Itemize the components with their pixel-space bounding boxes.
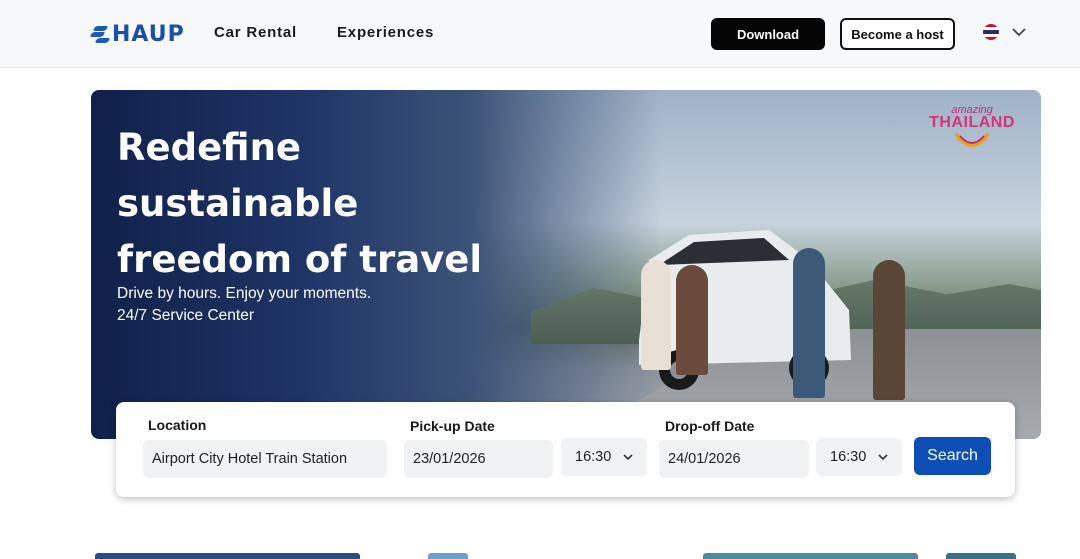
content-card-preview[interactable] xyxy=(946,553,1016,559)
become-host-button[interactable]: Become a host xyxy=(840,18,955,50)
dropoff-date-label: Drop-off Date xyxy=(665,418,755,434)
chevron-down-icon xyxy=(878,453,888,460)
hero-title-line: Redefine xyxy=(117,126,302,169)
hero-title: Redefine sustainable freedom of travel xyxy=(117,120,497,288)
haup-logo-icon xyxy=(89,23,111,45)
chevron-down-icon xyxy=(623,453,633,460)
search-button[interactable]: Search xyxy=(914,437,991,475)
nav-link-experiences[interactable]: Experiences xyxy=(337,24,434,41)
traveler-figure xyxy=(793,248,825,398)
dropoff-date-field[interactable]: 24/01/2026 xyxy=(659,440,809,478)
dropoff-time-value: 16:30 xyxy=(830,449,867,465)
top-navbar: HAUP Car Rental Experiences Download Bec… xyxy=(0,0,1080,68)
dropoff-time-select[interactable]: 16:30 xyxy=(816,438,902,476)
pickup-time-value: 16:30 xyxy=(575,449,612,465)
content-card-preview[interactable] xyxy=(703,553,918,559)
booking-search-form: Location Airport City Hotel Train Statio… xyxy=(116,402,1015,497)
location-label: Location xyxy=(148,417,207,433)
hero-title-line: freedom of travel xyxy=(117,238,483,281)
content-card-preview[interactable] xyxy=(95,553,360,559)
pickup-time-select[interactable]: 16:30 xyxy=(561,438,647,476)
pickup-date-field[interactable]: 23/01/2026 xyxy=(404,440,553,478)
nav-link-car-rental[interactable]: Car Rental xyxy=(214,24,297,41)
hero-banner: Redefine sustainable freedom of travel D… xyxy=(91,90,1041,439)
hero-title-line: sustainable xyxy=(117,182,359,225)
logo-text-big: THAILAND xyxy=(929,114,1015,131)
hero-service-text: 24/7 Service Center xyxy=(117,307,254,324)
logo-swoosh-icon xyxy=(954,132,990,147)
traveler-figure xyxy=(873,260,905,400)
amazing-thailand-logo: amazing THAILAND xyxy=(927,104,1017,164)
brand-name: HAUP xyxy=(112,21,185,47)
content-card-preview[interactable] xyxy=(428,553,468,559)
pickup-date-label: Pick-up Date xyxy=(410,418,495,434)
haup-logo[interactable]: HAUP xyxy=(89,20,185,48)
traveler-figure xyxy=(641,260,671,370)
location-field[interactable]: Airport City Hotel Train Station xyxy=(143,440,387,478)
thailand-flag-icon[interactable] xyxy=(983,24,999,40)
download-button[interactable]: Download xyxy=(711,18,825,50)
chevron-down-icon[interactable] xyxy=(1012,24,1026,40)
traveler-figure xyxy=(676,265,708,375)
hero-subtitle: Drive by hours. Enjoy your moments. xyxy=(117,285,372,302)
